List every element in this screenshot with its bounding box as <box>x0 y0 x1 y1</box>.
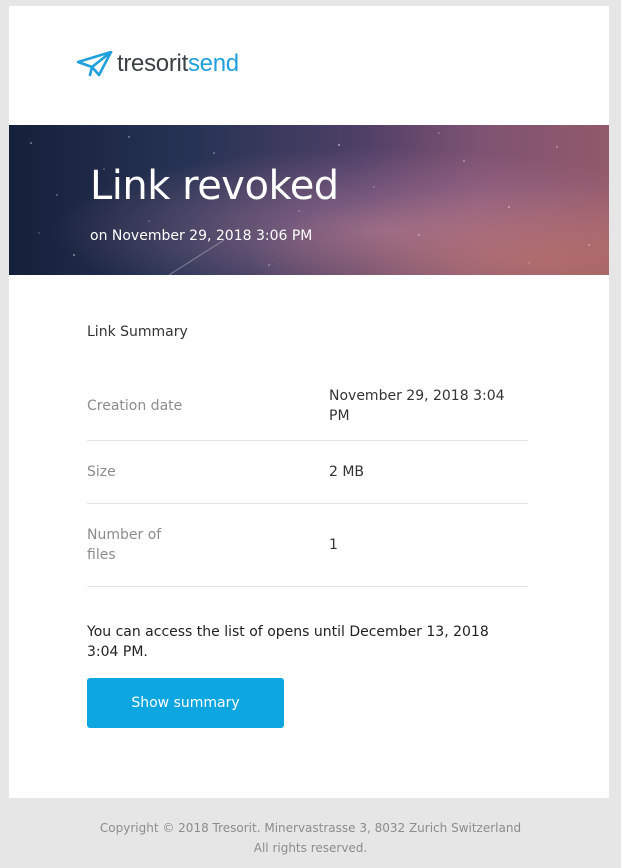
footer-rights: All rights reserved. <box>253 841 368 855</box>
summary-heading: Link Summary <box>87 324 188 340</box>
email-card: tresoritsend Link revoked on November 29… <box>9 6 609 798</box>
brand-name-part1: tresorit <box>117 50 188 77</box>
hero-banner: Link revoked on November 29, 2018 3:06 P… <box>9 125 609 275</box>
summary-row-file-count: Number of files 1 <box>87 504 528 587</box>
show-summary-button[interactable]: Show summary <box>87 678 284 728</box>
summary-row-value: November 29, 2018 3:04 PM <box>329 388 505 424</box>
summary-row-value: 2 MB <box>329 464 365 480</box>
opens-access-note: You can access the list of opens until D… <box>87 624 489 660</box>
page-title: Link revoked <box>90 163 339 209</box>
brand-name-part2: send <box>187 50 239 77</box>
paper-plane-icon <box>77 51 113 77</box>
summary-row-creation-date: Creation date November 29, 2018 3:04 PM <box>87 372 528 441</box>
summary-row-value: 1 <box>329 537 338 553</box>
brand-name: tresoritsend <box>117 50 239 78</box>
revoked-timestamp: on November 29, 2018 3:06 PM <box>90 228 313 244</box>
summary-row-label: Number of files <box>87 527 162 563</box>
summary-row-size: Size 2 MB <box>87 441 528 504</box>
footer: Copyright © 2018 Tresorit. Minervastrass… <box>0 818 621 858</box>
brand-logo[interactable]: tresoritsend <box>77 50 239 78</box>
footer-copyright: Copyright © 2018 Tresorit. Minervastrass… <box>99 821 522 835</box>
summary-row-label: Size <box>87 464 116 480</box>
summary-row-label: Creation date <box>87 398 183 414</box>
